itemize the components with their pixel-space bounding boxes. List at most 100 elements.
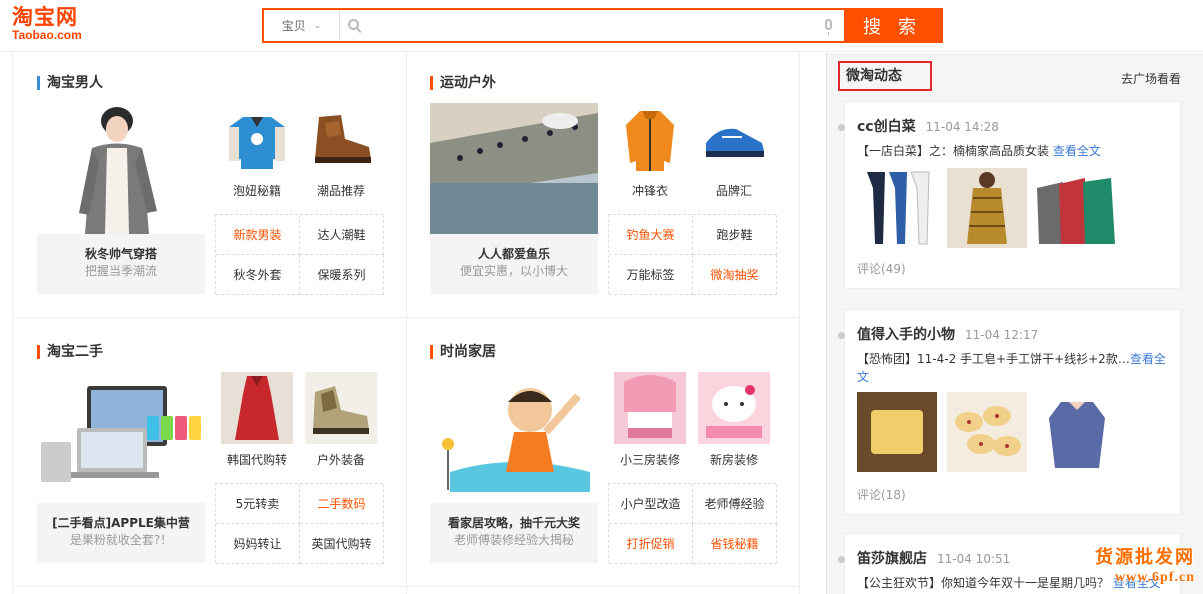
- feature-subtitle: 老师傅装修经验大揭秘: [453, 533, 574, 547]
- jeans-image[interactable]: [857, 168, 937, 248]
- feed-author-name: 值得入手的小物: [857, 327, 955, 343]
- section-title[interactable]: 淘宝男人: [37, 75, 103, 91]
- tag-grid: 小户型改造 老师傅经验 打折促销 省钱秘籍: [608, 483, 777, 564]
- tag-grid: 钓鱼大赛 跑步鞋 万能标签 微淘抽奖: [608, 214, 777, 295]
- tag-link[interactable]: 秋冬外套: [216, 255, 300, 295]
- section-home: 时尚家居 看家居攻略，抽千元大奖 老师傅装修经验大揭秘 小三房装修 新房装修 小…: [406, 322, 786, 582]
- thumb-label: 品牌汇: [715, 184, 752, 198]
- feed-author[interactable]: 笛莎旗舰店 11-04 10:51: [857, 548, 1010, 568]
- tag-link[interactable]: 打折促销: [609, 524, 693, 564]
- tag-link[interactable]: 跑步鞋: [693, 215, 777, 255]
- feed-time: 11-04 12:17: [965, 328, 1039, 342]
- search-input[interactable]: [340, 10, 844, 41]
- sweaters-image[interactable]: [1037, 168, 1117, 248]
- feed-card: cc创白菜 11-04 14:28 【一店白菜】之：楠楠家高品质女装 查看全文: [838, 101, 1181, 289]
- thumb-label: 小三房装修: [619, 453, 680, 467]
- thumb-item[interactable]: 小三房装修: [608, 372, 692, 482]
- tag-link[interactable]: 万能标签: [609, 255, 693, 295]
- tag-link[interactable]: 小户型改造: [609, 484, 693, 524]
- comment-count[interactable]: 评论(18): [857, 486, 906, 503]
- hiking-boot-image: [305, 372, 377, 444]
- search-icon: [348, 19, 359, 30]
- search-bar: 宝贝 ⌄ 搜 索: [262, 8, 943, 43]
- tag-link[interactable]: 钓鱼大赛: [609, 215, 693, 255]
- tag-link[interactable]: 老师傅经验: [693, 484, 777, 524]
- thumb-item[interactable]: 泡妞秘籍: [215, 103, 299, 213]
- feature-image-apple: [37, 372, 205, 503]
- section-title[interactable]: 时尚家居: [430, 344, 496, 360]
- feature-title: 人人都爱鱼乐: [477, 247, 550, 261]
- thumb-item[interactable]: 潮品推荐: [299, 103, 383, 213]
- watermark-url: www.6pf.cn: [1114, 570, 1195, 585]
- feature-card[interactable]: [二手看点]APPLE集中营 是果粉就收全套?！: [37, 372, 205, 563]
- tag-link[interactable]: 微淘抽奖: [693, 255, 777, 295]
- feature-subtitle: 是果粉就收全套?！: [69, 533, 173, 547]
- read-more-link[interactable]: 查看全文: [1053, 144, 1101, 158]
- weitao-feed: 微淘动态 去广场看看 cc创白菜 11-04 14:28 【一店白菜】之：楠楠家高…: [826, 53, 1203, 594]
- feed-author[interactable]: 值得入手的小物 11-04 12:17: [857, 324, 1038, 344]
- thumb-label: 泡妞秘籍: [232, 184, 281, 198]
- top-header: 淘宝网 Taobao.com 宝贝 ⌄ 搜 索: [0, 0, 1203, 52]
- feed-text-body: 【一店白菜】之：楠楠家高品质女装: [857, 144, 1053, 158]
- feed-author-name: cc创白菜: [857, 119, 916, 135]
- feature-subtitle: 把握当季潮流: [84, 264, 157, 278]
- feature-caption: [二手看点]APPLE集中营 是果粉就收全套?！: [37, 503, 205, 563]
- search-category-dropdown[interactable]: 宝贝 ⌄: [264, 10, 340, 41]
- tag-link[interactable]: 新款男装: [216, 215, 300, 255]
- plaid-coat-image[interactable]: [947, 168, 1027, 248]
- grid-divider: [13, 586, 801, 587]
- go-square-link[interactable]: 去广场看看: [1121, 70, 1181, 87]
- search-box: [340, 10, 844, 41]
- weitao-title: 微淘动态: [838, 61, 932, 91]
- thumb-row: 冲锋衣 品牌汇: [608, 103, 776, 213]
- watermark-cn: 货源批发网: [1095, 547, 1195, 568]
- thumb-row: 小三房装修 新房装修: [608, 372, 776, 482]
- feature-card[interactable]: 人人都爱鱼乐 便宜实惠，以小博大: [430, 103, 598, 294]
- boot-image: [305, 103, 377, 175]
- section-title[interactable]: 淘宝二手: [37, 344, 103, 360]
- tag-link[interactable]: 妈妈转让: [216, 524, 300, 564]
- feature-card[interactable]: 看家居攻略，抽千元大奖 老师傅装修经验大揭秘: [430, 372, 598, 563]
- feed-text-body: 【恐怖团】11-4-2 手工皂+手工饼干+线衫+2款…: [857, 352, 1130, 366]
- thumb-label: 潮品推荐: [316, 184, 365, 198]
- section-title[interactable]: 运动户外: [430, 75, 496, 91]
- cookies-image[interactable]: [947, 392, 1027, 472]
- thumb-row: 泡妞秘籍 潮品推荐: [215, 103, 383, 213]
- feed-time: 11-04 10:51: [937, 552, 1011, 566]
- feature-title: [二手看点]APPLE集中营: [52, 516, 190, 530]
- feature-card[interactable]: 秋冬帅气穿搭 把握当季潮流: [37, 103, 205, 294]
- search-button[interactable]: 搜 索: [844, 10, 941, 41]
- running-shoe-image: [698, 103, 770, 175]
- thumb-item[interactable]: 户外装备: [299, 372, 383, 482]
- logo-text-en: Taobao.com: [12, 28, 82, 42]
- feature-image-fishing: [430, 103, 598, 234]
- feed-author[interactable]: cc创白菜 11-04 14:28: [857, 116, 999, 136]
- feature-title: 秋冬帅气穿搭: [84, 247, 157, 261]
- tag-link[interactable]: 5元转卖: [216, 484, 300, 524]
- microphone-icon[interactable]: [825, 19, 832, 35]
- comment-count[interactable]: 评论(49): [857, 260, 906, 277]
- feature-caption: 看家居攻略，抽千元大奖 老师傅装修经验大揭秘: [430, 503, 598, 563]
- timeline-dot: [838, 124, 845, 131]
- soap-image[interactable]: [857, 392, 937, 472]
- feed-text-body: 【公主狂欢节】你知道今年双十一是星期几吗？: [857, 576, 1113, 590]
- outdoor-jacket-image: [614, 103, 686, 175]
- feed-images: [857, 168, 1117, 248]
- thumb-label: 冲锋衣: [631, 184, 668, 198]
- tag-link[interactable]: 二手数码: [300, 484, 384, 524]
- feed-time: 11-04 14:28: [925, 120, 999, 134]
- thumb-item[interactable]: 韩国代购转: [215, 372, 299, 482]
- tag-link[interactable]: 英国代购转: [300, 524, 384, 564]
- thumb-label: 户外装备: [316, 453, 365, 467]
- tag-link[interactable]: 省钱秘籍: [693, 524, 777, 564]
- thumb-item[interactable]: 新房装修: [692, 372, 776, 482]
- feature-title: 看家居攻略，抽千元大奖: [447, 516, 580, 530]
- timeline-dot: [838, 332, 845, 339]
- thumb-item[interactable]: 品牌汇: [692, 103, 776, 213]
- thumb-item[interactable]: 冲锋衣: [608, 103, 692, 213]
- knit-top-image[interactable]: [1037, 392, 1117, 472]
- tag-link[interactable]: 达人潮鞋: [300, 215, 384, 255]
- taobao-logo[interactable]: 淘宝网 Taobao.com: [12, 6, 102, 44]
- kitty-room-image: [698, 372, 770, 444]
- tag-link[interactable]: 保暖系列: [300, 255, 384, 295]
